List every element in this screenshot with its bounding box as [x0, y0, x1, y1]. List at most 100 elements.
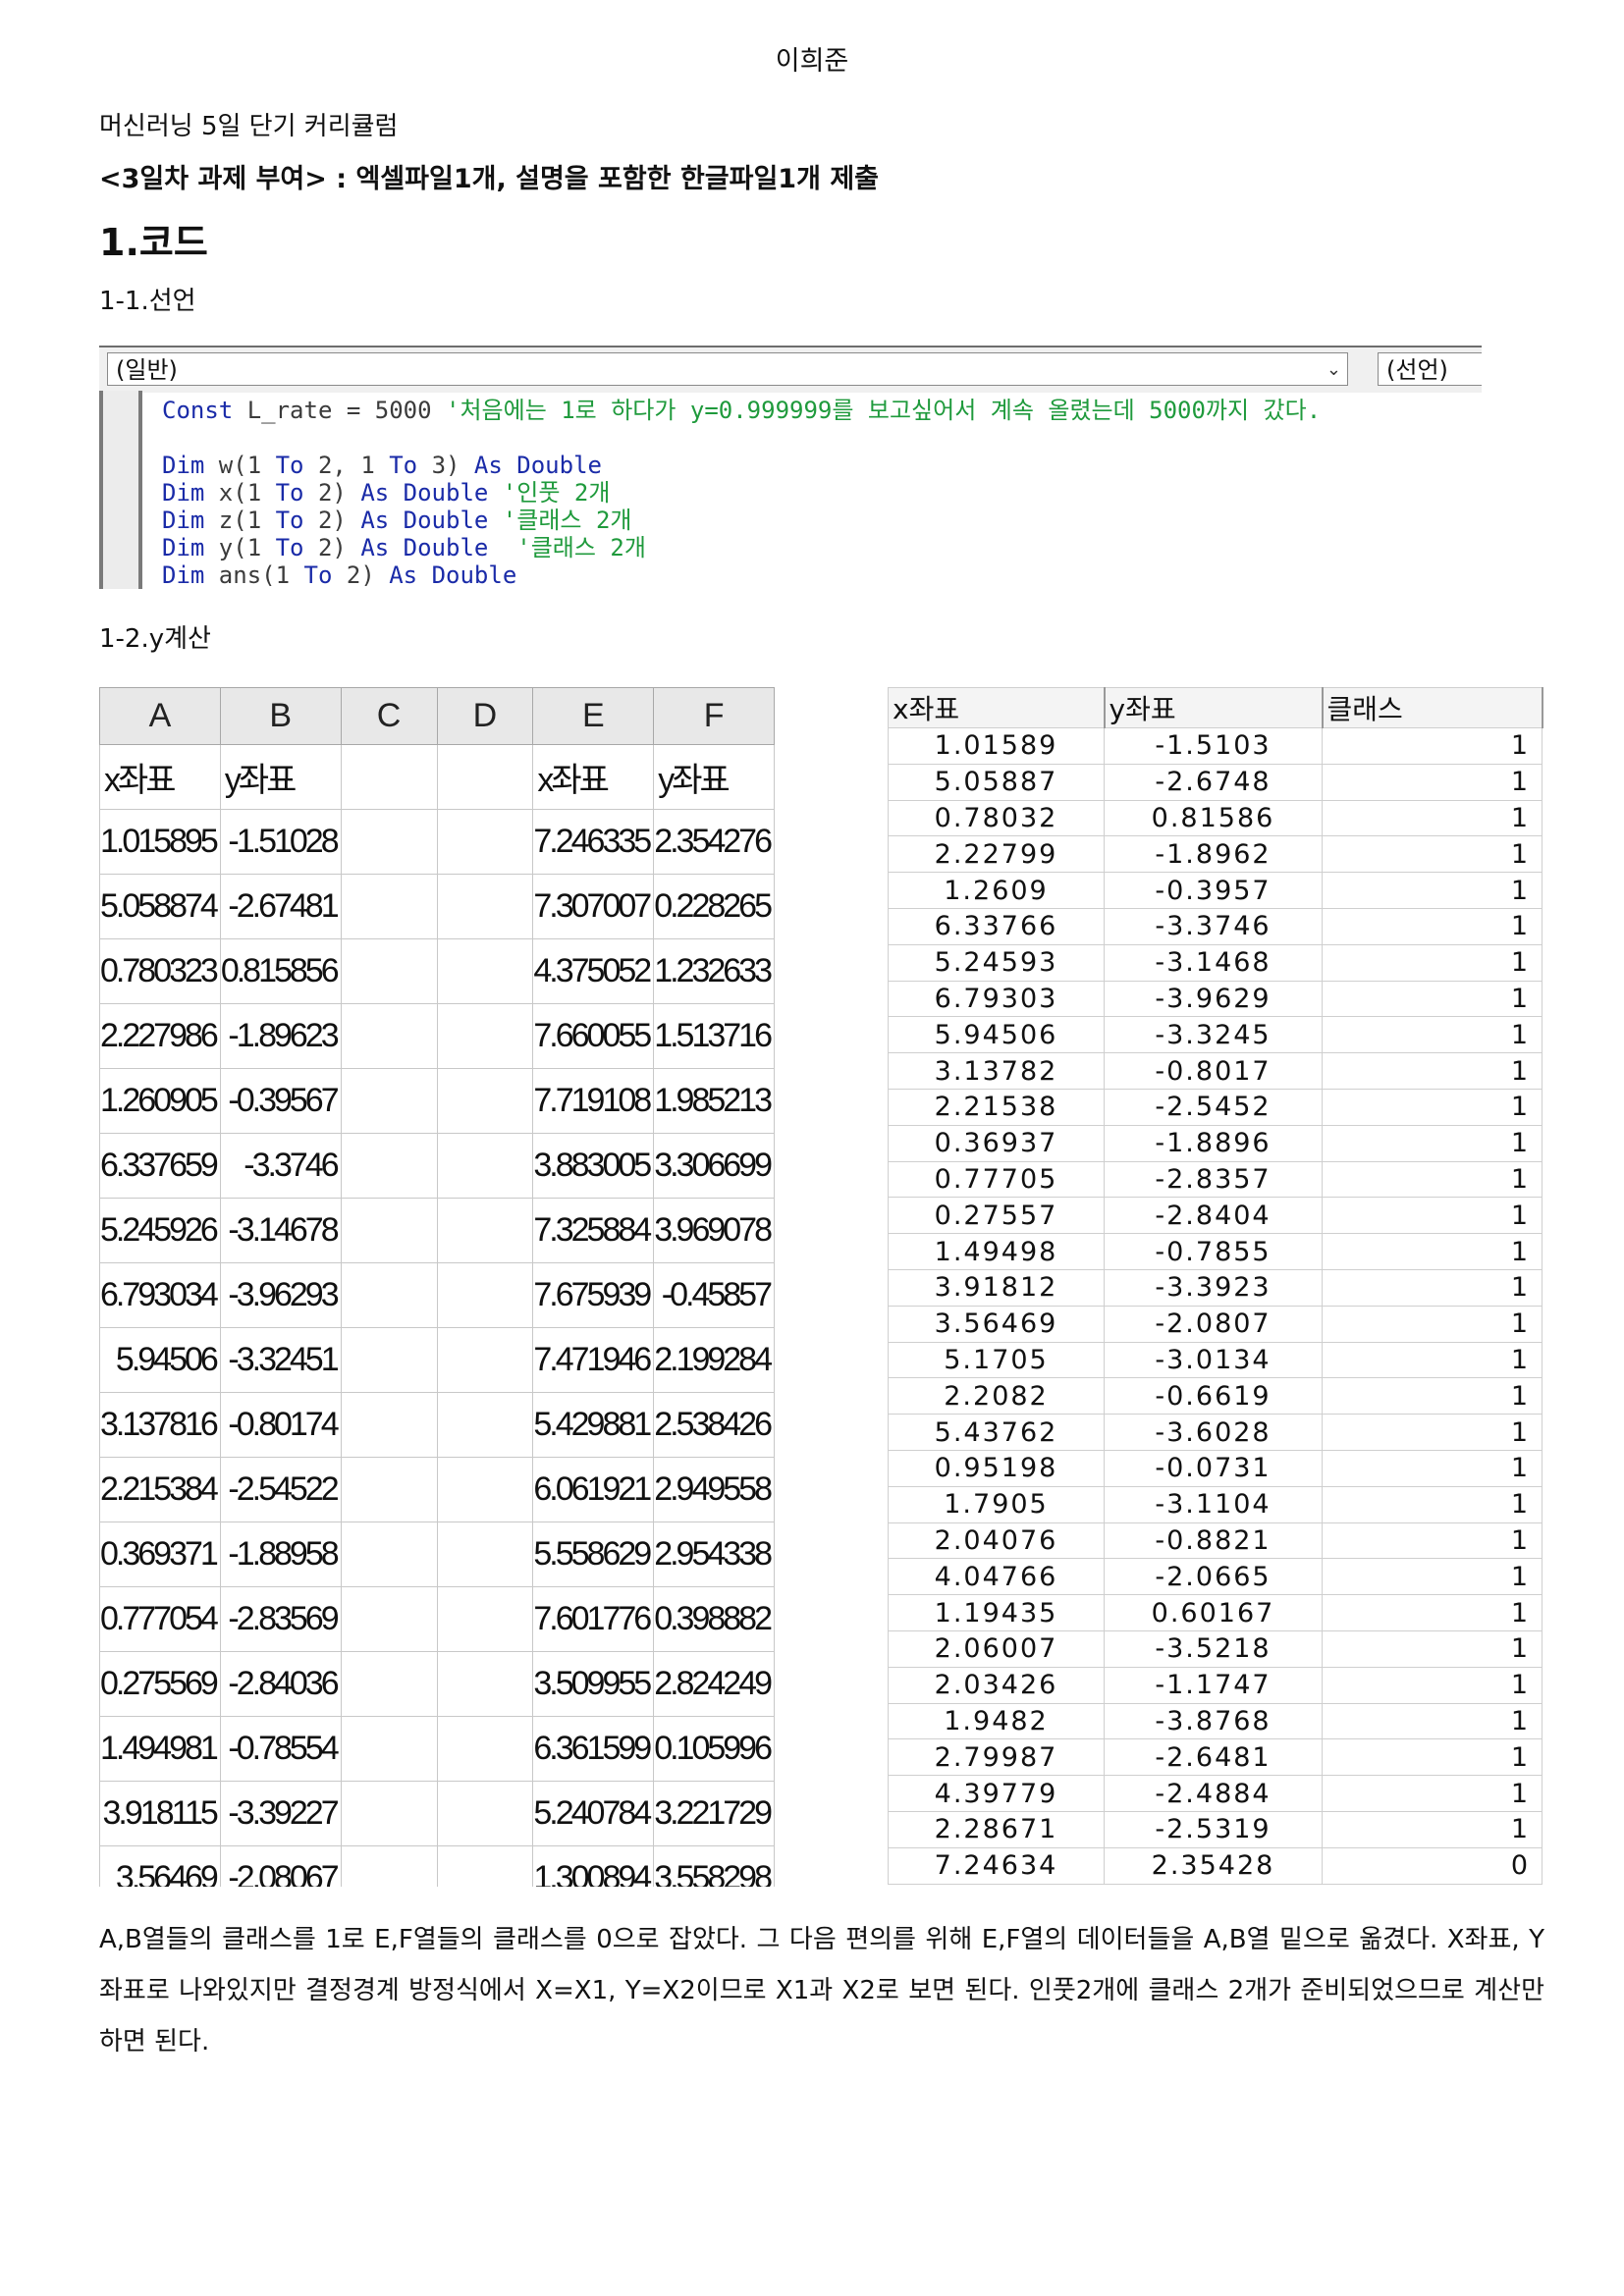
sheet-cell[interactable] — [436, 1327, 534, 1393]
code-text[interactable]: Const L_rate = 5000 '처음에는 1로 하다가 y=0.999… — [162, 397, 1321, 589]
sheet-cell[interactable]: 2.538426 — [653, 1392, 775, 1458]
sheet-cell[interactable] — [340, 744, 438, 810]
sheet-cell[interactable]: 7.719108 — [532, 1068, 655, 1134]
sheet-cell[interactable] — [436, 1522, 534, 1587]
sheet-cell[interactable]: -1.89623 — [219, 1003, 342, 1069]
sheet-cell[interactable]: 7.471946 — [532, 1327, 655, 1393]
sheet-cell[interactable]: 5.240784 — [532, 1781, 655, 1846]
sheet-cell[interactable] — [436, 1003, 534, 1069]
sheet-cell[interactable]: 0.398882 — [653, 1586, 775, 1652]
sheet-cell[interactable]: -0.78554 — [219, 1716, 342, 1782]
sheet-cell[interactable]: 3.306699 — [653, 1133, 775, 1199]
sheet-cell[interactable]: x좌표 — [532, 744, 655, 810]
sheet-cell[interactable]: 0.228265 — [653, 874, 775, 939]
sheet-cell[interactable]: 2.824249 — [653, 1651, 775, 1717]
sheet-cell[interactable]: 1.260905 — [99, 1068, 221, 1134]
sheet-cell[interactable]: -2.83569 — [219, 1586, 342, 1652]
sheet-cell[interactable]: 7.325884 — [532, 1198, 655, 1263]
sheet-cell[interactable]: 0.815856 — [219, 938, 342, 1004]
sheet-cell[interactable] — [340, 1522, 438, 1587]
sheet-cell[interactable]: 1.494981 — [99, 1716, 221, 1782]
sheet-cell[interactable]: D — [436, 687, 534, 745]
sheet-cell[interactable] — [436, 1198, 534, 1263]
sheet-cell[interactable]: 2.227986 — [99, 1003, 221, 1069]
sheet-cell[interactable]: E — [532, 687, 655, 745]
sheet-cell[interactable]: C — [340, 687, 438, 745]
sheet-cell[interactable]: B — [219, 687, 342, 745]
sheet-cell[interactable]: 2.354276 — [653, 809, 775, 875]
sheet-cell[interactable]: 5.058874 — [99, 874, 221, 939]
sheet-cell[interactable]: -3.96293 — [219, 1262, 342, 1328]
sheet-cell[interactable]: -3.3746 — [219, 1133, 342, 1199]
sheet-cell[interactable]: A — [99, 687, 221, 745]
sheet-cell[interactable]: -2.08067 — [219, 1845, 342, 1887]
sheet-cell[interactable] — [340, 1586, 438, 1652]
sheet-cell[interactable]: 2.215384 — [99, 1457, 221, 1522]
sheet-cell[interactable] — [340, 1781, 438, 1846]
sheet-cell[interactable]: 1.985213 — [653, 1068, 775, 1134]
procedure-dropdown[interactable]: (선언) — [1378, 352, 1482, 386]
sheet-cell[interactable]: 7.601776 — [532, 1586, 655, 1652]
sheet-cell[interactable]: -3.14678 — [219, 1198, 342, 1263]
sheet-cell[interactable]: 0.369371 — [99, 1522, 221, 1587]
sheet-cell[interactable] — [340, 809, 438, 875]
sheet-cell[interactable]: 1.232633 — [653, 938, 775, 1004]
sheet-cell[interactable]: 1.300894 — [532, 1845, 655, 1887]
sheet-cell[interactable] — [436, 1392, 534, 1458]
sheet-cell[interactable]: 7.246335 — [532, 809, 655, 875]
sheet-cell[interactable]: 3.221729 — [653, 1781, 775, 1846]
sheet-cell[interactable]: 0.777054 — [99, 1586, 221, 1652]
sheet-cell[interactable]: 0.105996 — [653, 1716, 775, 1782]
sheet-cell[interactable] — [436, 874, 534, 939]
sheet-cell[interactable] — [436, 1133, 534, 1199]
sheet-cell[interactable] — [340, 938, 438, 1004]
sheet-cell[interactable]: 7.660055 — [532, 1003, 655, 1069]
sheet-cell[interactable]: 2.199284 — [653, 1327, 775, 1393]
sheet-cell[interactable]: -0.45857 — [653, 1262, 775, 1328]
sheet-cell[interactable]: 6.061921 — [532, 1457, 655, 1522]
sheet-cell[interactable] — [340, 1003, 438, 1069]
sheet-cell[interactable] — [340, 1845, 438, 1887]
sheet-cell[interactable]: 3.56469 — [99, 1845, 221, 1887]
sheet-cell[interactable]: 1.513716 — [653, 1003, 775, 1069]
sheet-cell[interactable] — [340, 1457, 438, 1522]
sheet-cell[interactable] — [340, 1651, 438, 1717]
sheet-cell[interactable]: -3.39227 — [219, 1781, 342, 1846]
sheet-cell[interactable]: 0.780323 — [99, 938, 221, 1004]
sheet-cell[interactable] — [436, 1586, 534, 1652]
sheet-cell[interactable]: -2.67481 — [219, 874, 342, 939]
sheet-cell[interactable] — [436, 1262, 534, 1328]
sheet-cell[interactable]: 2.949558 — [653, 1457, 775, 1522]
chevron-down-icon[interactable]: ⌄ — [1326, 353, 1341, 387]
sheet-cell[interactable]: 0.275569 — [99, 1651, 221, 1717]
sheet-cell[interactable]: 5.94506 — [99, 1327, 221, 1393]
sheet-cell[interactable] — [436, 1068, 534, 1134]
sheet-cell[interactable] — [340, 1198, 438, 1263]
sheet-cell[interactable]: 3.558298 — [653, 1845, 775, 1887]
sheet-cell[interactable] — [340, 1262, 438, 1328]
object-dropdown[interactable]: (일반) ⌄ — [107, 352, 1348, 386]
sheet-cell[interactable]: x좌표 — [99, 744, 221, 810]
sheet-cell[interactable] — [340, 1327, 438, 1393]
sheet-cell[interactable]: -0.39567 — [219, 1068, 342, 1134]
sheet-cell[interactable]: y좌표 — [653, 744, 775, 810]
sheet-cell[interactable]: -3.32451 — [219, 1327, 342, 1393]
sheet-cell[interactable]: -0.80174 — [219, 1392, 342, 1458]
sheet-cell[interactable] — [340, 1716, 438, 1782]
sheet-cell[interactable] — [436, 1781, 534, 1846]
sheet-cell[interactable] — [436, 744, 534, 810]
sheet-cell[interactable] — [436, 1845, 534, 1887]
sheet-cell[interactable] — [340, 874, 438, 939]
sheet-cell[interactable] — [436, 809, 534, 875]
sheet-cell[interactable]: 4.375052 — [532, 938, 655, 1004]
sheet-cell[interactable] — [436, 938, 534, 1004]
sheet-cell[interactable]: 5.558629 — [532, 1522, 655, 1587]
sheet-cell[interactable]: F — [653, 687, 775, 745]
sheet-cell[interactable]: -1.88958 — [219, 1522, 342, 1587]
sheet-cell[interactable]: -2.84036 — [219, 1651, 342, 1717]
sheet-cell[interactable]: 3.969078 — [653, 1198, 775, 1263]
sheet-cell[interactable]: -1.51028 — [219, 809, 342, 875]
sheet-cell[interactable] — [340, 1133, 438, 1199]
sheet-cell[interactable] — [340, 1068, 438, 1134]
sheet-cell[interactable]: 7.675939 — [532, 1262, 655, 1328]
